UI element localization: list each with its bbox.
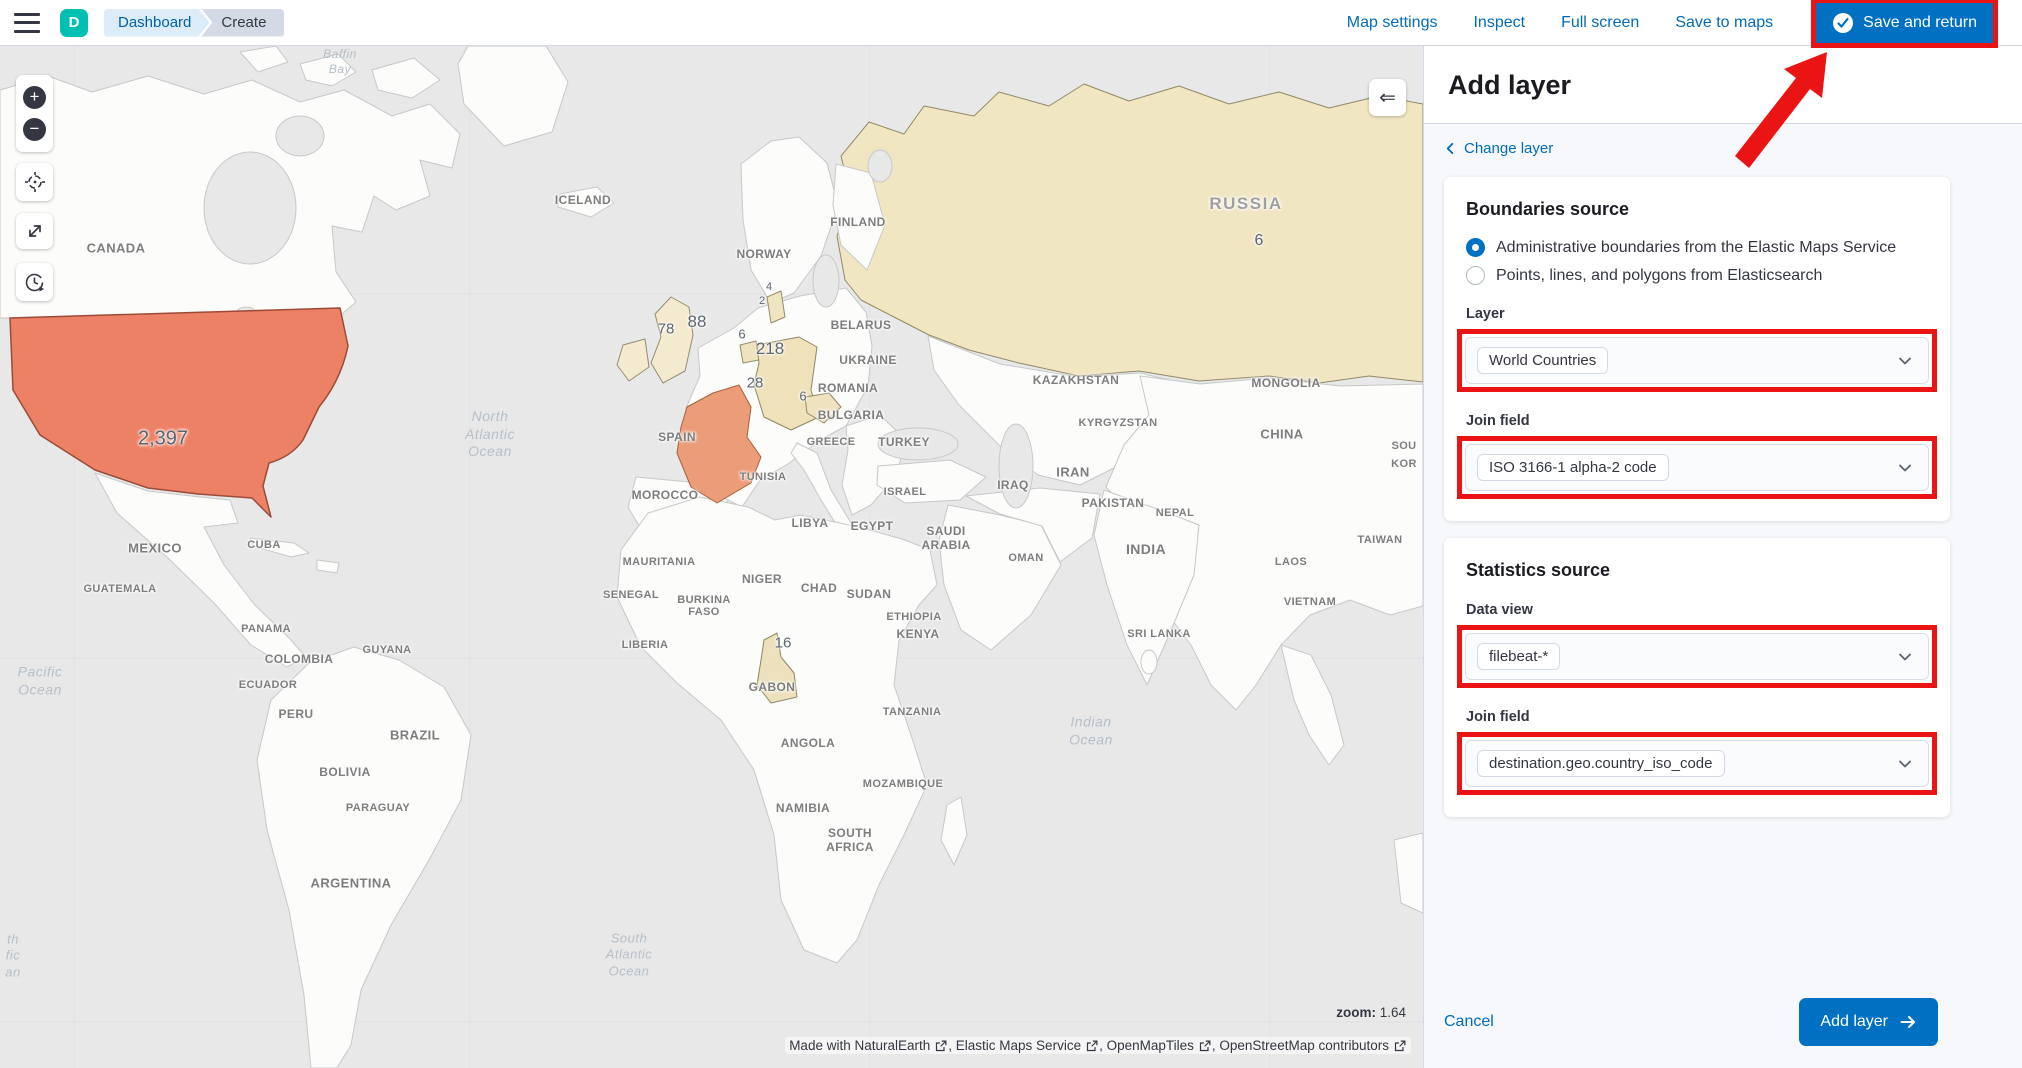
- collapse-layer-panel-button[interactable]: ⇐: [1369, 79, 1406, 116]
- chevron-left-icon: [1444, 142, 1457, 155]
- fit-to-data-button[interactable]: [16, 213, 53, 249]
- breadcrumb-dashboard[interactable]: Dashboard: [104, 9, 209, 37]
- save-and-return-button[interactable]: Save and return: [1816, 3, 1993, 43]
- annotation-box-layer: World Countries: [1457, 329, 1937, 392]
- radio-unselected-icon[interactable]: [1466, 266, 1485, 285]
- add-layer-button[interactable]: Add layer: [1799, 998, 1938, 1046]
- boundaries-source-heading: Boundaries source: [1466, 199, 1928, 220]
- map-settings-link[interactable]: Map settings: [1347, 14, 1438, 32]
- page-title: Add layer: [1448, 70, 1998, 101]
- zoom-control: + −: [16, 75, 53, 152]
- statistics-source-card: Statistics source Data view filebeat-* J…: [1444, 538, 1950, 817]
- top-nav: Map settings Inspect Full screen Save to…: [1347, 0, 2012, 48]
- stats-join-field-value: destination.geo.country_iso_code: [1477, 750, 1725, 777]
- set-view-button[interactable]: [16, 163, 53, 201]
- layer-value: World Countries: [1477, 347, 1608, 374]
- top-bar: D Dashboard Create Map settings Inspect …: [0, 0, 2022, 46]
- chevron-down-icon: [1896, 648, 1914, 666]
- attribution-text[interactable]: Made with NaturalEarth: [789, 1038, 930, 1053]
- join-field-label: Join field: [1466, 413, 1928, 429]
- stats-join-field-label: Join field: [1466, 709, 1928, 725]
- chevron-down-icon: [1896, 352, 1914, 370]
- map-attribution[interactable]: Made with NaturalEarth, Elastic Maps Ser…: [785, 1037, 1411, 1054]
- breadcrumb-create: Create: [201, 9, 284, 37]
- external-link-icon: [1086, 1040, 1098, 1052]
- cancel-button[interactable]: Cancel: [1444, 1013, 1494, 1031]
- stats-join-field-select[interactable]: destination.geo.country_iso_code: [1465, 740, 1929, 787]
- timeslider-button[interactable]: [16, 263, 53, 301]
- zoom-in-button[interactable]: +: [23, 86, 46, 109]
- clock-play-icon: [23, 271, 46, 294]
- external-link-icon: [935, 1040, 947, 1052]
- attribution-text[interactable]: Elastic Maps Service: [956, 1038, 1081, 1053]
- map-canvas[interactable]: CANADAICELANDNORWAYFINLANDRUSSIABELARUSU…: [0, 46, 1423, 1068]
- data-view-label: Data view: [1466, 602, 1928, 618]
- expand-diagonal-icon: [24, 220, 46, 242]
- zoom-out-button[interactable]: −: [23, 118, 46, 141]
- panel-header: Add layer: [1424, 46, 2022, 124]
- radio-elasticsearch-shapes[interactable]: Points, lines, and polygons from Elastic…: [1466, 266, 1928, 285]
- arrow-right-icon: [1899, 1013, 1917, 1031]
- inspect-link[interactable]: Inspect: [1473, 14, 1525, 32]
- layer-select[interactable]: World Countries: [1465, 337, 1929, 384]
- layer-label: Layer: [1466, 306, 1928, 322]
- check-circle-icon: [1832, 12, 1854, 34]
- annotation-box-join-field: ISO 3166-1 alpha-2 code: [1457, 436, 1937, 499]
- join-field-select[interactable]: ISO 3166-1 alpha-2 code: [1465, 444, 1929, 491]
- panel-footer: Cancel Add layer: [1424, 984, 2022, 1068]
- save-to-maps-link[interactable]: Save to maps: [1675, 14, 1773, 32]
- breadcrumb: Dashboard Create: [104, 9, 284, 37]
- chevron-down-icon: [1896, 755, 1914, 773]
- zoom-indicator: zoom: 1.64: [1336, 1005, 1406, 1020]
- attribution-text[interactable]: OpenStreetMap contributors: [1219, 1038, 1389, 1053]
- boundaries-source-card: Boundaries source Administrative boundar…: [1444, 177, 1950, 521]
- space-avatar[interactable]: D: [60, 9, 88, 37]
- annotation-box-stats-join-field: destination.geo.country_iso_code: [1457, 732, 1937, 795]
- join-field-value: ISO 3166-1 alpha-2 code: [1477, 454, 1669, 481]
- chevron-down-icon: [1896, 459, 1914, 477]
- external-link-icon: [1394, 1040, 1406, 1052]
- change-layer-link[interactable]: Change layer: [1444, 140, 1553, 157]
- data-view-value: filebeat-*: [1477, 643, 1560, 670]
- radio-selected-icon[interactable]: [1466, 238, 1485, 257]
- statistics-source-heading: Statistics source: [1466, 560, 1928, 581]
- annotation-box-save: Save and return: [1811, 0, 1998, 48]
- menu-icon[interactable]: [14, 13, 40, 33]
- crosshair-icon: [24, 171, 46, 193]
- radio-ems-boundaries[interactable]: Administrative boundaries from the Elast…: [1466, 238, 1928, 257]
- data-view-select[interactable]: filebeat-*: [1465, 633, 1929, 680]
- attribution-text[interactable]: OpenMapTiles: [1107, 1038, 1194, 1053]
- external-link-icon: [1199, 1040, 1211, 1052]
- add-layer-panel: Add layer Change layer Boundaries source…: [1423, 46, 2022, 1068]
- panel-body: Change layer Boundaries source Administr…: [1424, 124, 2022, 984]
- annotation-box-data-view: filebeat-*: [1457, 625, 1937, 688]
- world-map: [0, 46, 1423, 1068]
- kibana-maps-app: D Dashboard Create Map settings Inspect …: [0, 0, 2022, 1068]
- full-screen-link[interactable]: Full screen: [1561, 14, 1639, 32]
